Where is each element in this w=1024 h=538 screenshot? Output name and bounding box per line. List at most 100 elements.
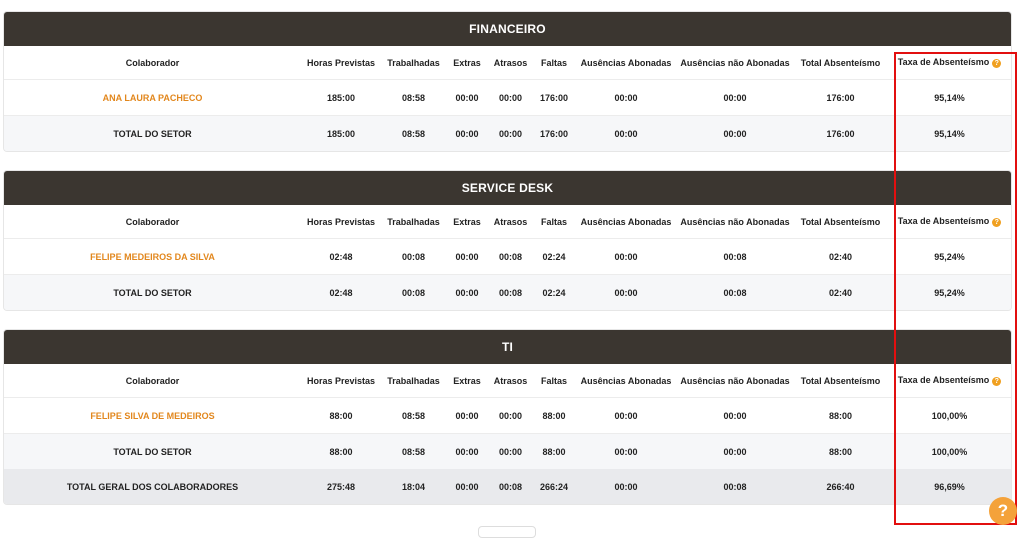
absence-table: Colaborador Horas Previstas Trabalhadas … xyxy=(4,364,1011,504)
cell-atrasos: 00:00 xyxy=(488,79,533,116)
col-atrasos: Atrasos xyxy=(488,205,533,239)
sector-total-row: TOTAL DO SETOR 88:00 08:58 00:00 00:00 8… xyxy=(4,433,1011,469)
cell-extras: 00:00 xyxy=(446,79,488,116)
col-colaborador: Colaborador xyxy=(4,46,301,80)
employee-link[interactable]: FELIPE MEDEIROS DA SILVA xyxy=(4,238,301,275)
cell-trabalhadas: 08:58 xyxy=(381,115,446,151)
cell-atrasos: 00:00 xyxy=(488,433,533,469)
col-trabalhadas: Trabalhadas xyxy=(381,364,446,398)
cell-total-absenteismo: 02:40 xyxy=(793,274,888,310)
cell-horas-previstas: 185:00 xyxy=(301,79,381,116)
col-taxa-label: Taxa de Absenteísmo xyxy=(897,216,990,227)
pagination[interactable] xyxy=(478,526,536,538)
col-taxa-absenteismo: Taxa de Absenteísmo? xyxy=(888,205,1011,239)
help-icon[interactable]: ? xyxy=(992,58,1002,68)
cell-extras: 00:00 xyxy=(446,274,488,310)
col-extras: Extras xyxy=(446,364,488,398)
col-faltas: Faltas xyxy=(533,364,575,398)
section-title: TI xyxy=(4,330,1011,364)
section-service-desk: SERVICE DESK Colaborador Horas Previstas… xyxy=(3,170,1012,311)
cell-trabalhadas: 08:58 xyxy=(381,397,446,434)
cell-ausencias-abonadas: 00:00 xyxy=(575,397,677,434)
cell-taxa-absenteismo: 95,14% xyxy=(888,79,1011,116)
section-financeiro: FINANCEIRO Colaborador Horas Previstas T… xyxy=(3,11,1012,152)
cell-ausencias-abonadas: 00:00 xyxy=(575,238,677,275)
help-icon[interactable]: ? xyxy=(992,376,1002,386)
help-icon[interactable]: ? xyxy=(992,217,1002,227)
question-icon: ? xyxy=(997,501,1009,520)
col-trabalhadas: Trabalhadas xyxy=(381,46,446,80)
cell-extras: 00:00 xyxy=(446,397,488,434)
absence-table: Colaborador Horas Previstas Trabalhadas … xyxy=(4,205,1011,310)
col-total-absenteismo: Total Absenteísmo xyxy=(793,205,888,239)
sector-total-row: TOTAL DO SETOR 02:48 00:08 00:00 00:08 0… xyxy=(4,274,1011,310)
cell-total-absenteismo: 88:00 xyxy=(793,397,888,434)
col-taxa-absenteismo: Taxa de Absenteísmo? xyxy=(888,46,1011,80)
col-ausencias-nao-abonadas: Ausências não Abonadas xyxy=(677,364,793,398)
cell-trabalhadas: 08:58 xyxy=(381,433,446,469)
col-atrasos: Atrasos xyxy=(488,46,533,80)
col-faltas: Faltas xyxy=(533,46,575,80)
help-button[interactable]: ? xyxy=(989,497,1017,525)
cell-taxa-absenteismo: 100,00% xyxy=(888,397,1011,434)
employee-link[interactable]: ANA LAURA PACHECO xyxy=(4,79,301,116)
cell-faltas: 02:24 xyxy=(533,238,575,275)
cell-total-absenteismo: 266:40 xyxy=(793,469,888,504)
col-colaborador: Colaborador xyxy=(4,364,301,398)
table-row: ANA LAURA PACHECO 185:00 08:58 00:00 00:… xyxy=(4,79,1011,116)
cell-trabalhadas: 18:04 xyxy=(381,469,446,504)
cell-ausencias-abonadas: 00:00 xyxy=(575,433,677,469)
cell-extras: 00:00 xyxy=(446,433,488,469)
header-row: Colaborador Horas Previstas Trabalhadas … xyxy=(4,46,1011,80)
cell-horas-previstas: 02:48 xyxy=(301,274,381,310)
section-ti: TI Colaborador Horas Previstas Trabalhad… xyxy=(3,329,1012,505)
grand-total-row: TOTAL GERAL DOS COLABORADORES 275:48 18:… xyxy=(4,469,1011,504)
col-ausencias-abonadas: Ausências Abonadas xyxy=(575,364,677,398)
cell-ausencias-nao-abonadas: 00:08 xyxy=(677,274,793,310)
col-colaborador: Colaborador xyxy=(4,205,301,239)
cell-total-absenteismo: 176:00 xyxy=(793,79,888,116)
sector-total-row: TOTAL DO SETOR 185:00 08:58 00:00 00:00 … xyxy=(4,115,1011,151)
cell-faltas: 88:00 xyxy=(533,433,575,469)
cell-ausencias-nao-abonadas: 00:08 xyxy=(677,469,793,504)
col-ausencias-nao-abonadas: Ausências não Abonadas xyxy=(677,46,793,80)
employee-link[interactable]: FELIPE SILVA DE MEDEIROS xyxy=(4,397,301,434)
col-ausencias-abonadas: Ausências Abonadas xyxy=(575,46,677,80)
cell-taxa-absenteismo: 95,24% xyxy=(888,238,1011,275)
cell-horas-previstas: 88:00 xyxy=(301,397,381,434)
col-horas-previstas: Horas Previstas xyxy=(301,46,381,80)
cell-extras: 00:00 xyxy=(446,115,488,151)
sector-total-label: TOTAL DO SETOR xyxy=(4,274,301,310)
table-row: FELIPE MEDEIROS DA SILVA 02:48 00:08 00:… xyxy=(4,238,1011,275)
cell-ausencias-abonadas: 00:00 xyxy=(575,79,677,116)
cell-ausencias-abonadas: 00:00 xyxy=(575,115,677,151)
cell-faltas: 176:00 xyxy=(533,115,575,151)
absence-table: Colaborador Horas Previstas Trabalhadas … xyxy=(4,46,1011,151)
col-ausencias-abonadas: Ausências Abonadas xyxy=(575,205,677,239)
cell-ausencias-abonadas: 00:00 xyxy=(575,274,677,310)
col-ausencias-nao-abonadas: Ausências não Abonadas xyxy=(677,205,793,239)
cell-taxa-absenteismo: 95,14% xyxy=(888,115,1011,151)
cell-atrasos: 00:08 xyxy=(488,238,533,275)
col-total-absenteismo: Total Absenteísmo xyxy=(793,364,888,398)
cell-total-absenteismo: 02:40 xyxy=(793,238,888,275)
sector-total-label: TOTAL DO SETOR xyxy=(4,115,301,151)
col-taxa-absenteismo: Taxa de Absenteísmo? xyxy=(888,364,1011,398)
cell-atrasos: 00:00 xyxy=(488,397,533,434)
cell-trabalhadas: 08:58 xyxy=(381,79,446,116)
cell-taxa-absenteismo: 100,00% xyxy=(888,433,1011,469)
section-title: FINANCEIRO xyxy=(4,12,1011,46)
cell-faltas: 02:24 xyxy=(533,274,575,310)
cell-horas-previstas: 185:00 xyxy=(301,115,381,151)
cell-ausencias-abonadas: 00:00 xyxy=(575,469,677,504)
cell-ausencias-nao-abonadas: 00:08 xyxy=(677,238,793,275)
cell-total-absenteismo: 176:00 xyxy=(793,115,888,151)
table-row: FELIPE SILVA DE MEDEIROS 88:00 08:58 00:… xyxy=(4,397,1011,434)
cell-horas-previstas: 275:48 xyxy=(301,469,381,504)
col-trabalhadas: Trabalhadas xyxy=(381,205,446,239)
header-row: Colaborador Horas Previstas Trabalhadas … xyxy=(4,364,1011,398)
cell-faltas: 88:00 xyxy=(533,397,575,434)
cell-trabalhadas: 00:08 xyxy=(381,274,446,310)
cell-faltas: 176:00 xyxy=(533,79,575,116)
cell-trabalhadas: 00:08 xyxy=(381,238,446,275)
